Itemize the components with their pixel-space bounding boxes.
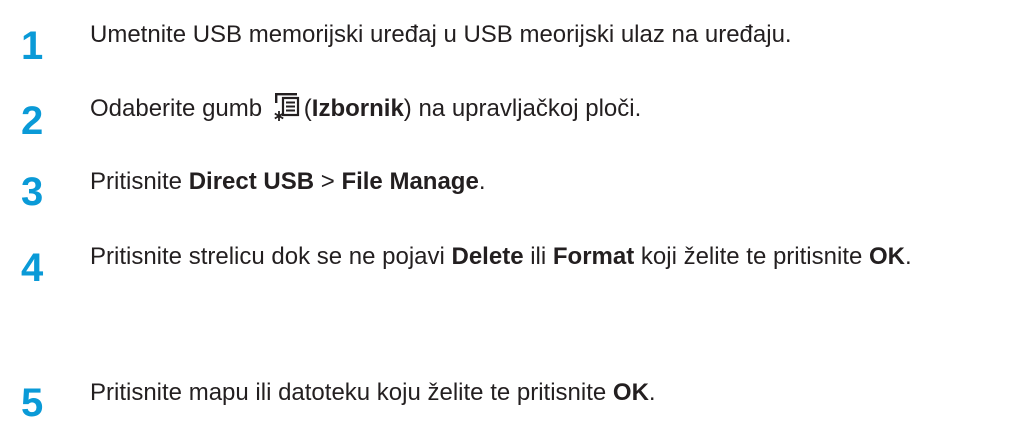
step-text-bold: OK	[869, 243, 905, 270]
step-text: Umetnite USB memorijski uređaj u USB meo…	[90, 18, 1020, 51]
step-text-bold: Direct USB	[188, 168, 315, 195]
step-text: Pritisnite strelicu dok se ne pojavi Del…	[90, 240, 1000, 273]
step-number: 5	[21, 381, 44, 425]
step-text-before: Pritisnite mapu ili datoteku koju želite…	[90, 379, 613, 406]
step-text: Odaberite gumb (Izbornik) na upravljačko…	[90, 92, 1020, 125]
step-text-after: .	[905, 243, 912, 270]
step-text-after: .	[478, 168, 486, 195]
step-text-after: ) na upravljačkoj ploči.	[403, 95, 642, 122]
step-text-before: Pritisnite strelicu dok se ne pojavi	[90, 243, 452, 270]
step-number: 4	[21, 246, 44, 290]
step-text-mid: >	[314, 168, 342, 195]
step-text-bold: Delete	[451, 243, 524, 270]
step-text-bold: OK	[612, 379, 649, 406]
step-number: 1	[21, 24, 44, 68]
step-text-content: Umetnite USB memorijski uređaj u USB meo…	[90, 21, 792, 48]
step-number: 2	[21, 99, 44, 143]
step-text-before: Odaberite gumb	[90, 95, 269, 122]
step-text-before: Pritisnite	[90, 168, 189, 195]
step-text: Pritisnite Direct USB > File Manage.	[90, 165, 1020, 198]
menu-icon	[274, 93, 299, 121]
step-text-bold: Izbornik	[311, 95, 404, 122]
step-text-bold: Format	[552, 243, 635, 270]
step-text-mid: ili	[523, 243, 553, 270]
instruction-steps: 1 Umetnite USB memorijski uređaj u USB m…	[0, 0, 1027, 425]
step-text-open: (	[303, 95, 312, 122]
step-text-after: .	[648, 379, 656, 406]
step-number: 3	[21, 170, 44, 214]
step-text: Pritisnite mapu ili datoteku koju želite…	[90, 376, 1020, 409]
step-text-mid: koji želite te pritisnite	[634, 243, 869, 270]
step-text-bold: File Manage	[341, 168, 479, 195]
